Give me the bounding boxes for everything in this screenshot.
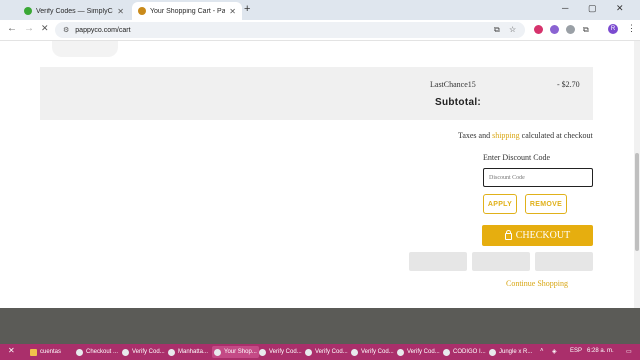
simplycodes-favicon-icon	[24, 7, 32, 15]
taskbar-item[interactable]: Verify Cod...	[259, 346, 302, 358]
cart-page: LastChance15 - $2.70 Subtotal: Taxes and…	[0, 41, 634, 308]
taskbar-item-label: Verify Cod...	[315, 349, 348, 355]
express-pay-button[interactable]	[535, 252, 593, 271]
chrome-icon	[397, 348, 404, 356]
translate-icon[interactable]: ⧉	[494, 25, 500, 35]
close-tab-icon[interactable]: ✕	[117, 7, 124, 16]
taskbar-item-folder[interactable]: cuentas	[30, 346, 61, 358]
profile-avatar[interactable]: R	[608, 24, 618, 34]
notifications-icon[interactable]: ▭	[626, 348, 632, 355]
chrome-icon	[305, 348, 312, 356]
taskbar-item[interactable]: Verify Cod...	[122, 346, 165, 358]
taskbar-item[interactable]: Jungle x R...	[489, 346, 532, 358]
discount-amount: - $2.70	[557, 80, 580, 89]
chrome-icon	[489, 348, 496, 356]
chrome-icon	[168, 348, 175, 356]
network-icon[interactable]: ◈	[552, 348, 557, 355]
maximize-button[interactable]: ▢	[588, 3, 597, 14]
subtotal-label: Subtotal:	[435, 97, 482, 108]
minimize-button[interactable]: ─	[562, 3, 568, 13]
folder-icon	[30, 348, 37, 356]
taskbar-item-label: Your Shop...	[224, 349, 257, 355]
scrollbar-thumb[interactable]	[635, 153, 639, 251]
express-pay-button[interactable]	[409, 252, 467, 271]
extension-icon[interactable]	[550, 25, 559, 34]
forward-icon[interactable]: →	[24, 23, 34, 34]
extensions-puzzle-icon[interactable]: ⧉	[583, 25, 589, 35]
tab-title: Your Shopping Cart - Pappy & C	[150, 7, 226, 15]
discount-code-label: Enter Discount Code	[483, 153, 551, 162]
apply-button[interactable]: APPLY	[483, 194, 517, 214]
chrome-icon	[443, 348, 450, 356]
chrome-icon	[259, 348, 266, 356]
taskbar-item-label: Verify Cod...	[407, 349, 440, 355]
taskbar-item-label: CODIGO I...	[453, 349, 486, 355]
taskbar-item[interactable]: Verify Cod...	[397, 346, 440, 358]
chrome-icon	[122, 348, 129, 356]
taskbar-item[interactable]: Verify Cod...	[351, 346, 394, 358]
chrome-icon	[76, 348, 83, 356]
close-tab-icon[interactable]: ✕	[229, 7, 236, 16]
taskbar-item[interactable]: Checkout ...	[76, 346, 118, 358]
taskbar-item[interactable]: Verify Cod...	[305, 346, 348, 358]
taskbar-item-label: Checkout ...	[86, 349, 119, 355]
clock[interactable]: 6:28 a. m.	[587, 348, 614, 354]
discount-code-input[interactable]	[483, 168, 593, 187]
taskbar-item-label: Verify Cod...	[269, 349, 302, 355]
url-text: pappyco.com/cart	[75, 26, 131, 34]
taskbar-item[interactable]: CODIGO I...	[443, 346, 486, 358]
taxes-suffix: calculated at checkout	[521, 131, 593, 140]
lock-icon	[504, 230, 512, 240]
extension-icon[interactable]	[534, 25, 543, 34]
checkout-button[interactable]: CHECKOUT	[482, 225, 593, 246]
taxes-note: Taxes and shipping calculated at checkou…	[458, 131, 593, 140]
close-window-button[interactable]: ✕	[616, 3, 624, 14]
bookmark-star-icon[interactable]: ☆	[509, 25, 516, 34]
taskbar-item-label: Jungle x R...	[499, 349, 533, 355]
stop-loading-icon[interactable]: ✕	[41, 23, 49, 34]
tab-verify-codes[interactable]: Verify Codes — SimplyCodes ✕	[18, 2, 130, 20]
browser-toolbar: ← → ✕ ⚙ pappyco.com/cart ⧉ ☆ ⧉	[0, 20, 640, 41]
taskbar-item-label: Verify Cod...	[361, 349, 394, 355]
shipping-link[interactable]: shipping	[492, 131, 520, 140]
checkout-label: CHECKOUT	[515, 230, 571, 241]
applied-discount-code: LastChance15	[430, 80, 476, 89]
taxes-prefix: Taxes and	[458, 131, 491, 140]
taskbar: ✕ cuentas Checkout ... Verify Cod... Man…	[0, 344, 640, 360]
browser-tab-strip: Verify Codes — SimplyCodes ✕ Your Shoppi…	[0, 0, 640, 20]
site-info-icon[interactable]: ⚙	[63, 26, 69, 34]
site-footer	[0, 308, 640, 344]
taskbar-item-label: cuentas	[40, 349, 62, 355]
taskbar-item[interactable]: Manhatta...	[168, 346, 208, 358]
site-logo	[52, 41, 118, 57]
pappy-favicon-icon	[138, 7, 146, 15]
address-bar[interactable]: ⚙ pappyco.com/cart	[55, 22, 525, 38]
language-indicator[interactable]: ESP	[570, 348, 582, 354]
chrome-icon	[351, 348, 358, 356]
browser-menu-icon[interactable]: ⋮	[627, 23, 636, 34]
tray-arrow-icon[interactable]: ˄	[540, 348, 544, 354]
back-icon[interactable]: ←	[7, 23, 17, 34]
page-scrollbar[interactable]	[634, 41, 640, 308]
express-pay-button[interactable]	[472, 252, 530, 271]
chrome-icon	[214, 348, 221, 356]
new-tab-button[interactable]: +	[244, 3, 250, 15]
order-summary-panel: LastChance15 - $2.70 Subtotal:	[40, 67, 593, 120]
extension-icon[interactable]	[566, 25, 575, 34]
taskbar-item-active[interactable]: Your Shop...	[212, 346, 259, 358]
remove-button[interactable]: REMOVE	[525, 194, 567, 214]
taskbar-item-label: Verify Cod...	[132, 349, 165, 355]
start-menu-icon[interactable]: ✕	[8, 346, 15, 355]
continue-shopping-link[interactable]: Continue Shopping	[506, 279, 568, 288]
taskbar-item-label: Manhatta...	[178, 349, 209, 355]
tab-title: Verify Codes — SimplyCodes	[36, 7, 113, 15]
tab-shopping-cart[interactable]: Your Shopping Cart - Pappy & C ✕	[132, 2, 242, 20]
